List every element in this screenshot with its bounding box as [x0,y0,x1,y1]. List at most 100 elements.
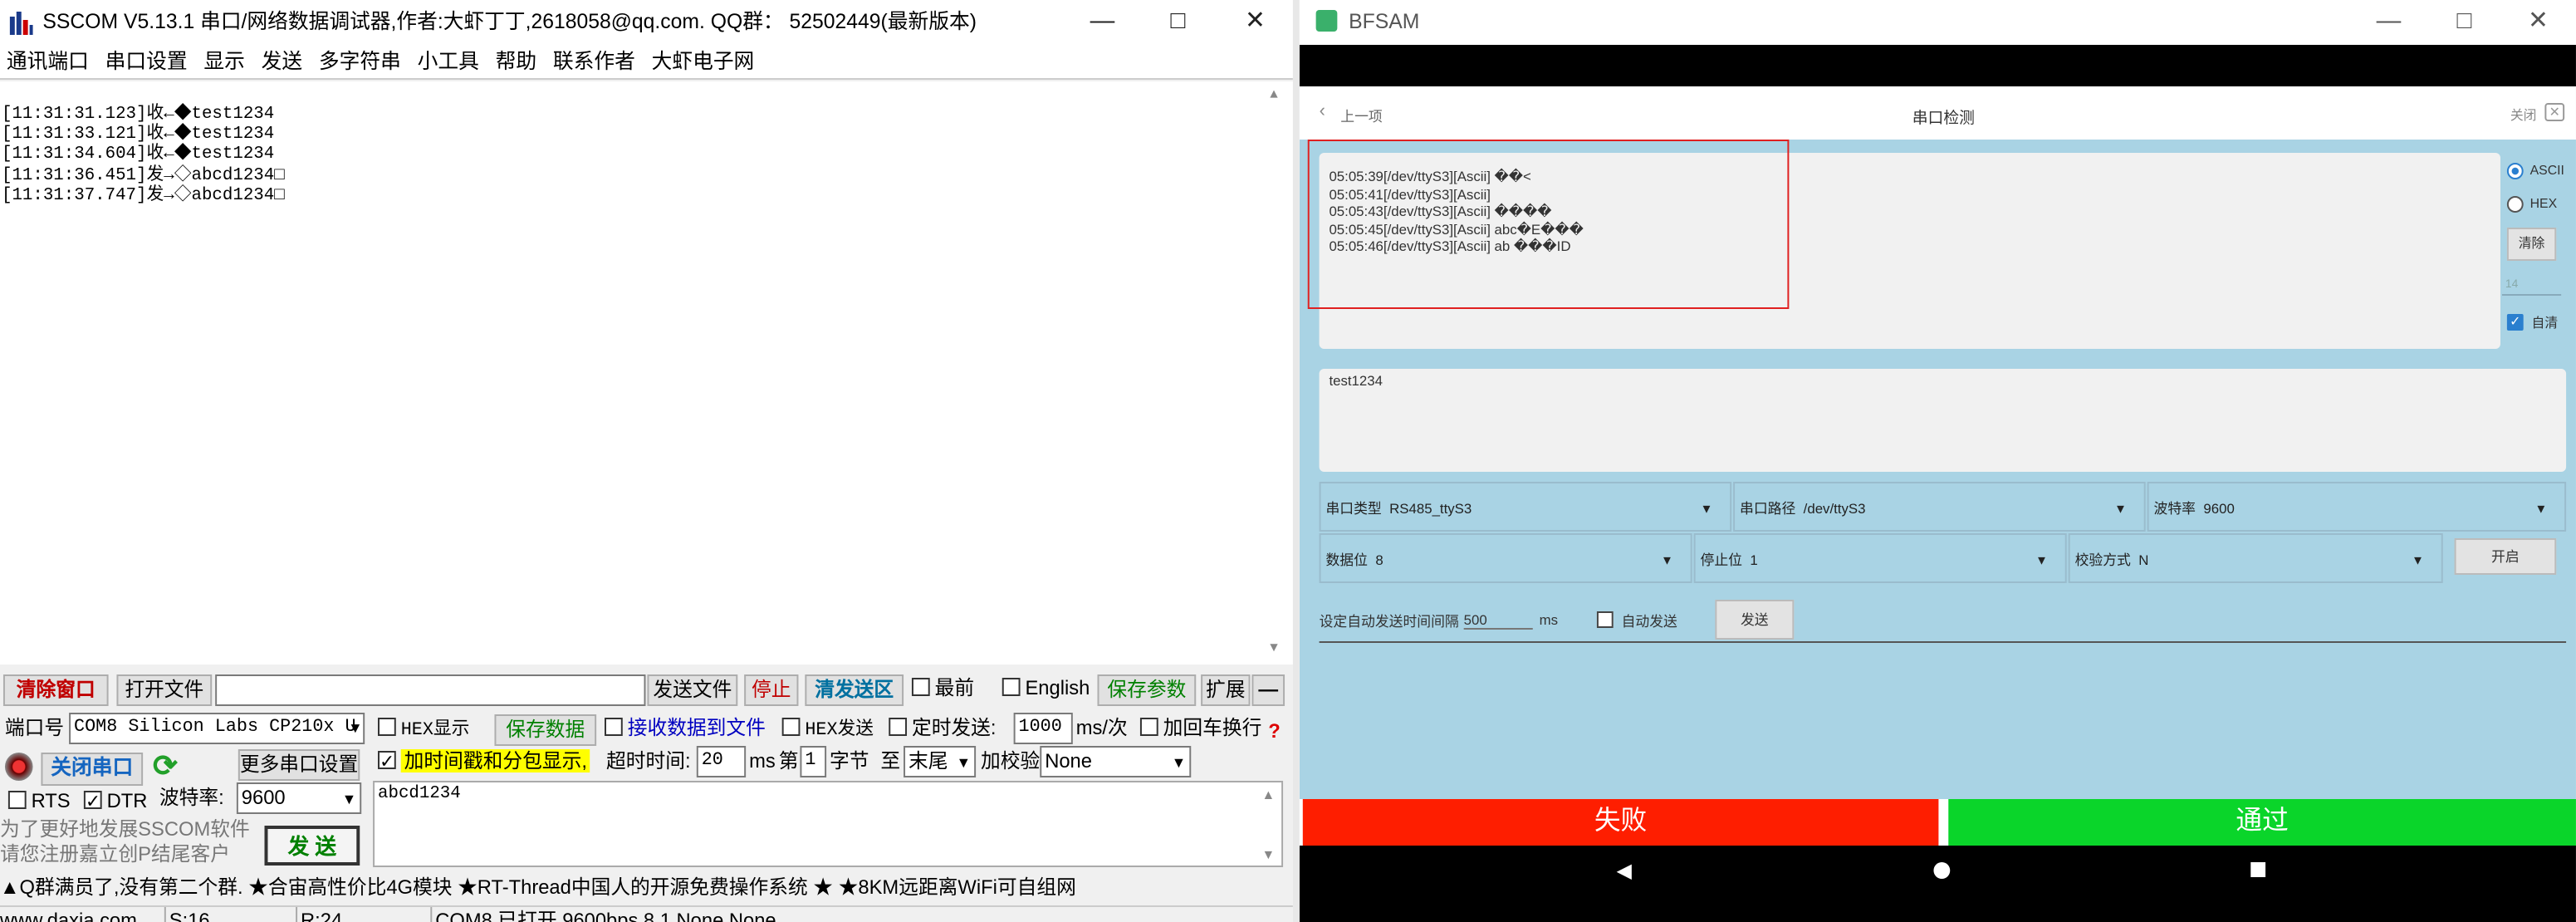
timestamp-checkbox[interactable]: 加时间戳和分包显示, [378,746,590,779]
send-textarea[interactable]: abcd1234 ▲ ▼ [373,781,1284,867]
close-icon[interactable]: ✕ [1217,0,1293,43]
highlight-box [1307,140,1790,309]
minimize-icon[interactable]: — [1065,0,1140,43]
nav-home-icon[interactable] [1933,862,1951,879]
send-scroll-down-icon[interactable]: ▼ [1261,847,1275,862]
expand-button[interactable]: 扩展 [1201,674,1251,706]
send-file-button[interactable]: 发送文件 [647,674,738,706]
bfsam-minimize-icon[interactable]: — [2351,0,2427,43]
clear-log-button[interactable]: 清除 [2506,228,2557,261]
help-question-icon[interactable]: ? [1268,721,1281,741]
receive-area[interactable]: [11:31:31.123]收←◆test1234 [11:31:33.121]… [0,81,1293,665]
byte-start-input[interactable]: 1 [800,746,827,777]
send-text: abcd1234 [378,784,461,804]
send-button[interactable]: 发送 [1715,600,1795,640]
serial-type-select[interactable]: 串口类型 RS485_ttyS3 [1319,482,1732,533]
menu-daxia[interactable]: 大虾电子网 [644,43,762,80]
scroll-down-icon[interactable]: ▼ [1270,640,1278,660]
sscom-titlebar: SSCOM V5.13.1 串口/网络数据调试器,作者:大虾丁丁,2618058… [0,0,1293,43]
crlf-checkbox[interactable]: 加回车换行 [1139,713,1261,744]
scroll-up-icon[interactable]: ▲ [1270,86,1278,106]
english-checkbox[interactable]: English [1002,673,1090,704]
menu-contact[interactable]: 联系作者 [545,43,644,80]
send-input-box[interactable]: test1234 [1319,369,2567,472]
checksum-select[interactable]: None [1040,746,1192,777]
bfsam-maximize-icon[interactable]: □ [2427,0,2502,43]
parity-value: N [2138,552,2149,568]
send-button[interactable]: 发 送 [264,826,360,866]
data-bits-select[interactable]: 数据位 8 [1319,533,1692,585]
collapse-button[interactable]: — [1251,674,1286,706]
baud-select[interactable]: 9600 [236,782,362,814]
log-line: [11:31:34.604]收←◆test1234 [1,145,275,165]
menu-display[interactable]: 显示 [195,43,252,80]
nav-recents-icon[interactable] [2250,862,2266,877]
save-data-button[interactable]: 保存数据 [494,714,597,746]
back-chevron-icon[interactable]: ‹ [1320,101,1325,121]
dtr-checkbox[interactable]: DTR [83,786,147,819]
timed-send-checkbox[interactable]: 定时发送: [889,713,997,744]
auto-send-label: 自动发送 [1621,613,1677,630]
menu-comm-port[interactable]: 通讯端口 [0,43,97,80]
menu-port-settings[interactable]: 串口设置 [97,43,196,80]
timestamp-check-icon [378,748,396,779]
port-select[interactable]: COM8 Silicon Labs CP210x U [69,713,365,744]
menu-help[interactable]: 帮助 [487,43,545,80]
hex-display-checkbox[interactable]: HEX显示 [378,713,469,748]
more-settings-button[interactable]: 更多串口设置 [238,749,360,781]
status-sent-count: S:16 [164,907,294,922]
save-params-button[interactable]: 保存参数 [1097,674,1197,706]
topmost-checkbox[interactable]: 最前 [911,673,974,704]
status-website[interactable]: www.daxia.com [0,907,137,922]
rts-checkbox[interactable]: RTS [7,786,71,817]
file-path-input[interactable] [215,674,646,706]
status-port-state: COM8 已打开 9600bps,8,1,None,None [430,907,776,922]
parity-select[interactable]: 校验方式 N [2068,533,2443,585]
bfsam-header: ‹ 上一项 串口检测 关闭 ✕ [1299,86,2576,140]
maximize-icon[interactable]: □ [1140,0,1216,43]
close-port-button[interactable]: 关闭串口 [41,753,144,786]
pass-button[interactable]: 通过 [1948,799,2576,846]
open-port-button[interactable]: 开启 [2454,538,2557,575]
refresh-icon[interactable]: ⟳ [153,748,178,784]
nav-back-icon[interactable]: ◀ [1617,859,1632,882]
close-x-icon[interactable]: ✕ [2544,103,2565,121]
dtr-check-icon [83,787,102,819]
ticker-bar[interactable]: ▲Q群满员了,没有第二个群. ★合宙高性价比4G模块 ★RT-Thread中国人… [0,872,1293,902]
back-link[interactable]: 上一项 [1340,106,1382,126]
send-scroll-up-icon[interactable]: ▲ [1261,787,1275,802]
clear-window-button[interactable]: 清除窗口 [2,674,109,706]
interval-unit: ms/次 [1075,716,1128,739]
menu-send[interactable]: 发送 [253,43,311,80]
hex-send-check-icon [781,718,801,736]
interval-input[interactable]: 1000 [1013,713,1073,744]
menu-multi-string[interactable]: 多字符串 [311,43,409,80]
serial-path-select[interactable]: 串口路径 /dev/ttyS3 [1733,482,2146,533]
ascii-radio-icon [2506,163,2524,179]
menu-bar: 通讯端口 串口设置 显示 发送 多字符串 小工具 帮助 联系作者 大虾电子网 [0,43,1293,80]
clear-send-button[interactable]: 清发送区 [805,674,904,706]
baud-rate-select[interactable]: 波特率 9600 [2147,482,2567,533]
data-bits-label: 数据位 [1325,552,1368,568]
log-line: [11:31:37.747]发→◇abcd1234□ [1,185,285,206]
ascii-label: ASCII [2529,163,2564,178]
android-app-icon [1315,10,1338,32]
stop-bits-select[interactable]: 停止位 1 [1693,533,2067,585]
open-file-button[interactable]: 打开文件 [116,674,213,706]
menu-tools[interactable]: 小工具 [409,43,487,80]
hex-send-checkbox[interactable]: HEX发送 [781,713,874,748]
timestamp-label: 加时间戳和分包显示, [400,749,590,772]
receive-scrollbar[interactable]: ▲ ▼ [1263,81,1290,665]
bfsam-window-title: BFSAM [1349,10,1420,33]
auto-interval-input[interactable]: 500 [1463,611,1533,630]
stop-button[interactable]: 停止 [744,674,799,706]
checksum-label: 加校验 [981,749,1041,772]
timeout-input[interactable]: 20 [696,746,747,777]
fail-button[interactable]: 失败 [1302,799,1939,846]
log-line: [11:31:36.451]发→◇abcd1234□ [1,165,285,186]
byte-end-select[interactable]: 末尾 [904,746,977,777]
bfsam-close-icon[interactable]: ✕ [2500,0,2576,43]
recv-to-file-checkbox[interactable]: 接收数据到文件 [605,713,766,744]
parity-label: 校验方式 [2074,552,2131,568]
close-link[interactable]: 关闭 [2510,106,2537,125]
